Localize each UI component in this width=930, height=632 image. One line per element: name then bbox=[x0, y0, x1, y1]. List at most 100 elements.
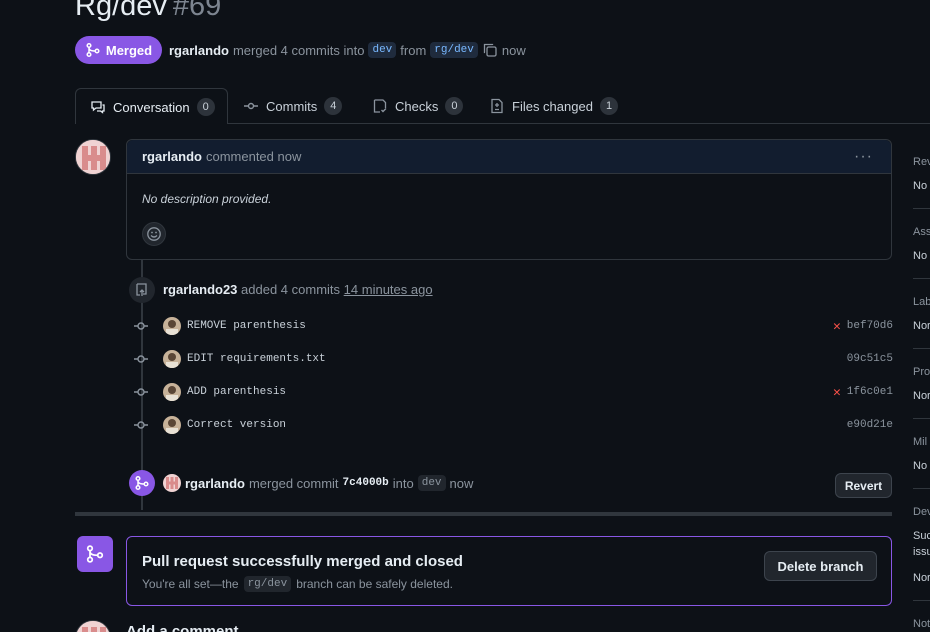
commit-message[interactable]: Correct version bbox=[187, 419, 286, 431]
pr-number: #69 bbox=[172, 0, 222, 22]
sidebar-divider bbox=[913, 208, 930, 209]
comment-author[interactable]: rgarlando bbox=[142, 149, 202, 164]
sidebar-divider bbox=[913, 348, 930, 349]
comment-header: rgarlando commented now ··· bbox=[127, 140, 891, 174]
commit-sha[interactable]: e90d21e bbox=[847, 419, 893, 431]
merge-event-time: now bbox=[449, 475, 474, 491]
kebab-menu-icon[interactable]: ··· bbox=[854, 148, 873, 166]
comment-body: No description provided. bbox=[142, 192, 272, 206]
sidebar-notifications-label[interactable]: Not bbox=[913, 618, 930, 630]
copy-icon[interactable] bbox=[482, 42, 498, 58]
smiley-icon bbox=[147, 227, 161, 241]
add-reaction-button[interactable] bbox=[142, 222, 166, 246]
commit-event-text: rgarlando23 added 4 commits 14 minutes a… bbox=[163, 282, 433, 297]
sidebar-labels-value: Nor bbox=[913, 320, 930, 332]
failed-check-icon[interactable]: ✕ bbox=[833, 319, 841, 334]
repo-push-icon bbox=[136, 283, 147, 296]
sidebar-assignees-value: No bbox=[913, 250, 928, 262]
avatar[interactable] bbox=[75, 620, 111, 632]
tab-checks-label: Checks bbox=[395, 98, 439, 114]
commit-event-author[interactable]: rgarlando23 bbox=[163, 282, 237, 297]
sidebar-development-value: Suc bbox=[913, 530, 930, 542]
commit-row: Correct version e90d21e bbox=[133, 414, 893, 436]
merge-text: merged 4 commits into bbox=[232, 42, 365, 58]
conversation-icon bbox=[91, 101, 105, 114]
merged-status-badge: Merged bbox=[75, 36, 162, 64]
delete-branch-button[interactable]: Delete branch bbox=[764, 551, 877, 581]
commit-node-icon bbox=[133, 384, 149, 400]
sidebar-projects-label[interactable]: Pro bbox=[913, 366, 930, 378]
merged-status-label: Merged bbox=[105, 42, 153, 58]
head-branch-chip[interactable]: rg/dev bbox=[430, 42, 478, 58]
merged-box-text-before: You're all set—the bbox=[142, 577, 239, 591]
checklist-icon bbox=[373, 99, 387, 113]
sidebar-divider bbox=[913, 278, 930, 279]
merged-status-icon-box bbox=[77, 536, 113, 572]
merge-event-badge bbox=[129, 470, 155, 496]
merged-status-box: Pull request successfully merged and clo… bbox=[126, 536, 892, 606]
commit-node-icon bbox=[133, 351, 149, 367]
commit-author-avatar[interactable] bbox=[163, 350, 181, 368]
timeline-end-divider bbox=[75, 512, 892, 516]
merge-event-text: rgarlando merged commit 7c4000b into dev… bbox=[163, 474, 473, 492]
tab-conversation-count: 0 bbox=[196, 98, 215, 116]
merged-box-text-after: branch can be safely deleted. bbox=[296, 577, 453, 591]
commit-message[interactable]: ADD parenthesis bbox=[187, 386, 286, 398]
tab-commits[interactable]: Commits 4 bbox=[229, 88, 343, 124]
comment-action: commented now bbox=[205, 149, 302, 164]
merge-event-author[interactable]: rgarlando bbox=[185, 476, 245, 491]
tab-checks[interactable]: Checks 0 bbox=[358, 88, 464, 124]
commit-message[interactable]: REMOVE parenthesis bbox=[187, 320, 306, 332]
merged-box-text: You're all set—the rg/dev branch can be … bbox=[142, 576, 453, 592]
commit-row: EDIT requirements.txt 09c51c5 bbox=[133, 348, 893, 370]
tab-files-changed[interactable]: Files changed 1 bbox=[475, 88, 619, 124]
commit-sha[interactable]: 09c51c5 bbox=[847, 353, 893, 365]
file-diff-icon bbox=[491, 98, 503, 114]
commit-author-avatar[interactable] bbox=[163, 317, 181, 335]
sidebar-development-value-2: issu bbox=[913, 546, 930, 558]
tab-commits-label: Commits bbox=[266, 98, 318, 114]
avatar[interactable] bbox=[163, 474, 181, 492]
sidebar-milestone-value: No bbox=[913, 460, 928, 472]
sidebar-development-label[interactable]: Dev bbox=[913, 506, 930, 518]
tab-checks-count: 0 bbox=[445, 97, 464, 115]
merge-commit-sha[interactable]: 7c4000b bbox=[343, 477, 389, 489]
sidebar-reviewers-value: No bbox=[913, 180, 928, 192]
commit-row: ADD parenthesis ✕ 1f6c0e1 bbox=[133, 381, 893, 403]
sidebar-development-value-3: Nor bbox=[913, 572, 930, 584]
tab-conversation-label: Conversation bbox=[113, 99, 190, 115]
pr-title: Rg/dev #69 bbox=[75, 0, 221, 23]
merge-event-into: into bbox=[392, 475, 414, 491]
sidebar-labels-label[interactable]: Lab bbox=[913, 296, 930, 308]
sidebar-milestone-label[interactable]: Mil bbox=[913, 436, 927, 448]
commit-author-avatar[interactable] bbox=[163, 416, 181, 434]
commit-node-icon bbox=[133, 417, 149, 433]
commit-author-avatar[interactable] bbox=[163, 383, 181, 401]
commit-sha[interactable]: 1f6c0e1 bbox=[847, 386, 893, 398]
pr-author-link[interactable]: rgarlando bbox=[169, 43, 229, 58]
comment-box: rgarlando commented now ··· No descripti… bbox=[126, 139, 892, 260]
merge-event-action: merged commit bbox=[248, 475, 339, 491]
tab-conversation[interactable]: Conversation 0 bbox=[75, 88, 228, 124]
failed-check-icon[interactable]: ✕ bbox=[833, 385, 841, 400]
from-text: from bbox=[400, 42, 427, 58]
merged-box-branch: rg/dev bbox=[243, 576, 292, 592]
sidebar-divider bbox=[913, 488, 930, 489]
tab-files-changed-count: 1 bbox=[599, 97, 619, 115]
avatar[interactable] bbox=[75, 139, 111, 175]
sidebar-assignees-label[interactable]: Ass bbox=[913, 226, 930, 238]
identicon-avatar bbox=[76, 140, 110, 174]
commit-message[interactable]: EDIT requirements.txt bbox=[187, 353, 326, 365]
repo-push-badge bbox=[129, 277, 155, 303]
commit-icon bbox=[244, 102, 258, 110]
commit-sha[interactable]: bef70d6 bbox=[847, 320, 893, 332]
sidebar-reviewers-label[interactable]: Rev bbox=[913, 156, 930, 168]
merge-base-branch[interactable]: dev bbox=[417, 475, 446, 491]
merge-time: now bbox=[501, 42, 526, 58]
commit-event-time[interactable]: 14 minutes ago bbox=[344, 282, 433, 297]
git-merge-icon bbox=[86, 545, 104, 563]
base-branch-chip[interactable]: dev bbox=[368, 42, 397, 58]
sidebar-divider bbox=[913, 600, 930, 601]
pr-title-text: Rg/dev bbox=[75, 0, 167, 22]
revert-button[interactable]: Revert bbox=[835, 473, 892, 498]
